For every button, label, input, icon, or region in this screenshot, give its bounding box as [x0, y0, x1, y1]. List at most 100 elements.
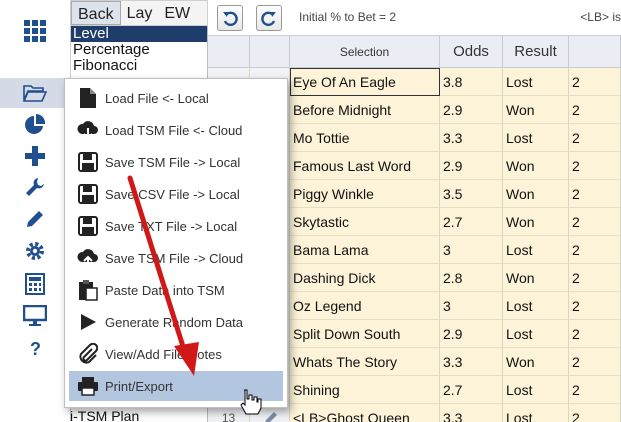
grid-header-odds[interactable]: Odds [440, 36, 503, 68]
apps-grid-icon[interactable] [22, 18, 48, 44]
menu-item-label: Save TXT File -> Local [105, 218, 238, 234]
result-cell[interactable]: Lost [503, 292, 569, 320]
result-cell[interactable]: Won [503, 180, 569, 208]
paste-icon [75, 278, 101, 302]
staking-tabs: Back Lay EW [70, 0, 208, 26]
help-icon[interactable]: ? [22, 336, 48, 362]
odds-cell[interactable]: 3 [440, 292, 503, 320]
extra-cell[interactable]: 2 [569, 236, 621, 264]
selection-cell[interactable]: Piggy Winkle [290, 180, 440, 208]
result-cell[interactable]: Lost [503, 68, 569, 96]
pie-chart-icon[interactable] [22, 112, 48, 138]
odds-cell[interactable]: 2.9 [440, 96, 503, 124]
extra-cell[interactable]: 2 [569, 264, 621, 292]
odds-cell[interactable]: 3.3 [440, 348, 503, 376]
result-cell[interactable]: Won [503, 152, 569, 180]
selection-cell[interactable]: Eye Of An Eagle [290, 68, 440, 96]
selection-cell[interactable]: Bama Lama [290, 236, 440, 264]
gear-icon[interactable] [22, 238, 48, 264]
paperclip-icon [75, 342, 101, 366]
extra-cell[interactable]: 2 [569, 376, 621, 404]
extra-cell[interactable]: 2 [569, 68, 621, 96]
odds-cell[interactable]: 2.9 [440, 152, 503, 180]
result-cell[interactable]: Lost [503, 124, 569, 152]
staking-item-level[interactable]: Level [71, 26, 207, 42]
selection-cell[interactable]: Before Midnight [290, 96, 440, 124]
extra-cell[interactable]: 2 [569, 152, 621, 180]
extra-cell[interactable]: 2 [569, 124, 621, 152]
extra-cell[interactable]: 2 [569, 320, 621, 348]
extra-cell[interactable]: 2 [569, 208, 621, 236]
menu-item-save-txt-file-local[interactable]: Save TXT File -> Local [69, 211, 283, 241]
selection-cell[interactable]: Split Down South [290, 320, 440, 348]
result-cell[interactable]: Won [503, 264, 569, 292]
menu-item-label: Load File <- Local [105, 90, 209, 106]
odds-cell[interactable]: 3.5 [440, 180, 503, 208]
grid-header-actions [250, 36, 290, 68]
menu-item-label: Save TSM File -> Local [105, 154, 241, 170]
redo-icon [261, 11, 276, 26]
calculator-icon[interactable] [22, 271, 48, 297]
menu-item-save-tsm-file-cloud[interactable]: Save TSM File -> Cloud [69, 243, 283, 273]
odds-cell[interactable]: 3 [440, 236, 503, 264]
menu-item-paste-data-into-tsm[interactable]: Paste Data into TSM [69, 275, 283, 305]
odds-cell[interactable]: 3.8 [440, 68, 503, 96]
selection-cell[interactable]: Mo Tottie [290, 124, 440, 152]
menu-item-load-file-local[interactable]: Load File <- Local [69, 83, 283, 113]
menu-item-generate-random-data[interactable]: Generate Random Data [69, 307, 283, 337]
selection-cell[interactable]: Whats The Story [290, 348, 440, 376]
grid-header-extra[interactable] [569, 36, 621, 68]
menu-item-label: Generate Random Data [105, 314, 244, 330]
selection-cell[interactable]: Shining [290, 376, 440, 404]
tab-back[interactable]: Back [71, 1, 121, 25]
result-cell[interactable]: Lost [503, 236, 569, 264]
menu-item-print-export[interactable]: Print/Export [69, 371, 283, 401]
selection-cell[interactable]: Oz Legend [290, 292, 440, 320]
odds-cell[interactable]: 2.8 [440, 264, 503, 292]
floppy-icon [75, 182, 101, 206]
undo-button[interactable] [217, 5, 243, 31]
extra-cell[interactable]: 2 [569, 96, 621, 124]
result-cell[interactable]: Lost [503, 320, 569, 348]
monitor-icon[interactable] [22, 303, 48, 329]
grid-header-result[interactable]: Result [503, 36, 569, 68]
selection-cell[interactable]: Dashing Dick [290, 264, 440, 292]
tab-ew[interactable]: EW [158, 1, 196, 25]
selection-cell[interactable]: Skytastic [290, 208, 440, 236]
selection-cell[interactable]: Famous Last Word [290, 152, 440, 180]
staking-item-percentage[interactable]: Percentage [71, 42, 207, 58]
odds-cell[interactable]: 2.7 [440, 208, 503, 236]
selection-cell[interactable]: <LB>Ghost Queen [290, 404, 440, 422]
redo-button[interactable] [256, 5, 282, 31]
result-cell[interactable]: Won [503, 348, 569, 376]
odds-cell[interactable]: 3.3 [440, 404, 503, 422]
odds-cell[interactable]: 2.7 [440, 376, 503, 404]
extra-cell[interactable]: 2 [569, 292, 621, 320]
menu-item-save-tsm-file-local[interactable]: Save TSM File -> Local [69, 147, 283, 177]
undo-icon [223, 11, 238, 26]
menu-item-save-csv-file-local[interactable]: Save CSV File -> Local [69, 179, 283, 209]
menu-item-label: Save CSV File -> Local [105, 186, 240, 202]
result-cell[interactable]: Lost [503, 376, 569, 404]
result-cell[interactable]: Won [503, 96, 569, 124]
extra-cell[interactable]: 2 [569, 404, 621, 422]
odds-cell[interactable]: 3.3 [440, 124, 503, 152]
toolbar-lb-text: <LB> is [580, 10, 621, 24]
staking-item-fibonacci[interactable]: Fibonacci [71, 58, 207, 74]
menu-item-view-add-file-notes[interactable]: View/Add File Notes [69, 339, 283, 369]
staking-item-itsm-plan[interactable]: i-TSM Plan [70, 408, 139, 422]
folder-open-icon[interactable] [22, 80, 48, 106]
pencil-icon[interactable] [22, 206, 48, 232]
odds-cell[interactable]: 2.9 [440, 320, 503, 348]
tab-lay[interactable]: Lay [121, 1, 159, 25]
result-cell[interactable]: Won [503, 208, 569, 236]
menu-item-label: Load TSM File <- Cloud [105, 122, 243, 138]
wrench-icon[interactable] [22, 174, 48, 200]
menu-item-load-tsm-file-cloud[interactable]: Load TSM File <- Cloud [69, 115, 283, 145]
extra-cell[interactable]: 2 [569, 348, 621, 376]
plus-icon[interactable] [22, 143, 48, 169]
grid-header-selection[interactable]: Selection [290, 36, 440, 68]
result-cell[interactable]: Lost [503, 404, 569, 422]
extra-cell[interactable]: 2 [569, 180, 621, 208]
pencil-icon[interactable] [263, 410, 279, 422]
